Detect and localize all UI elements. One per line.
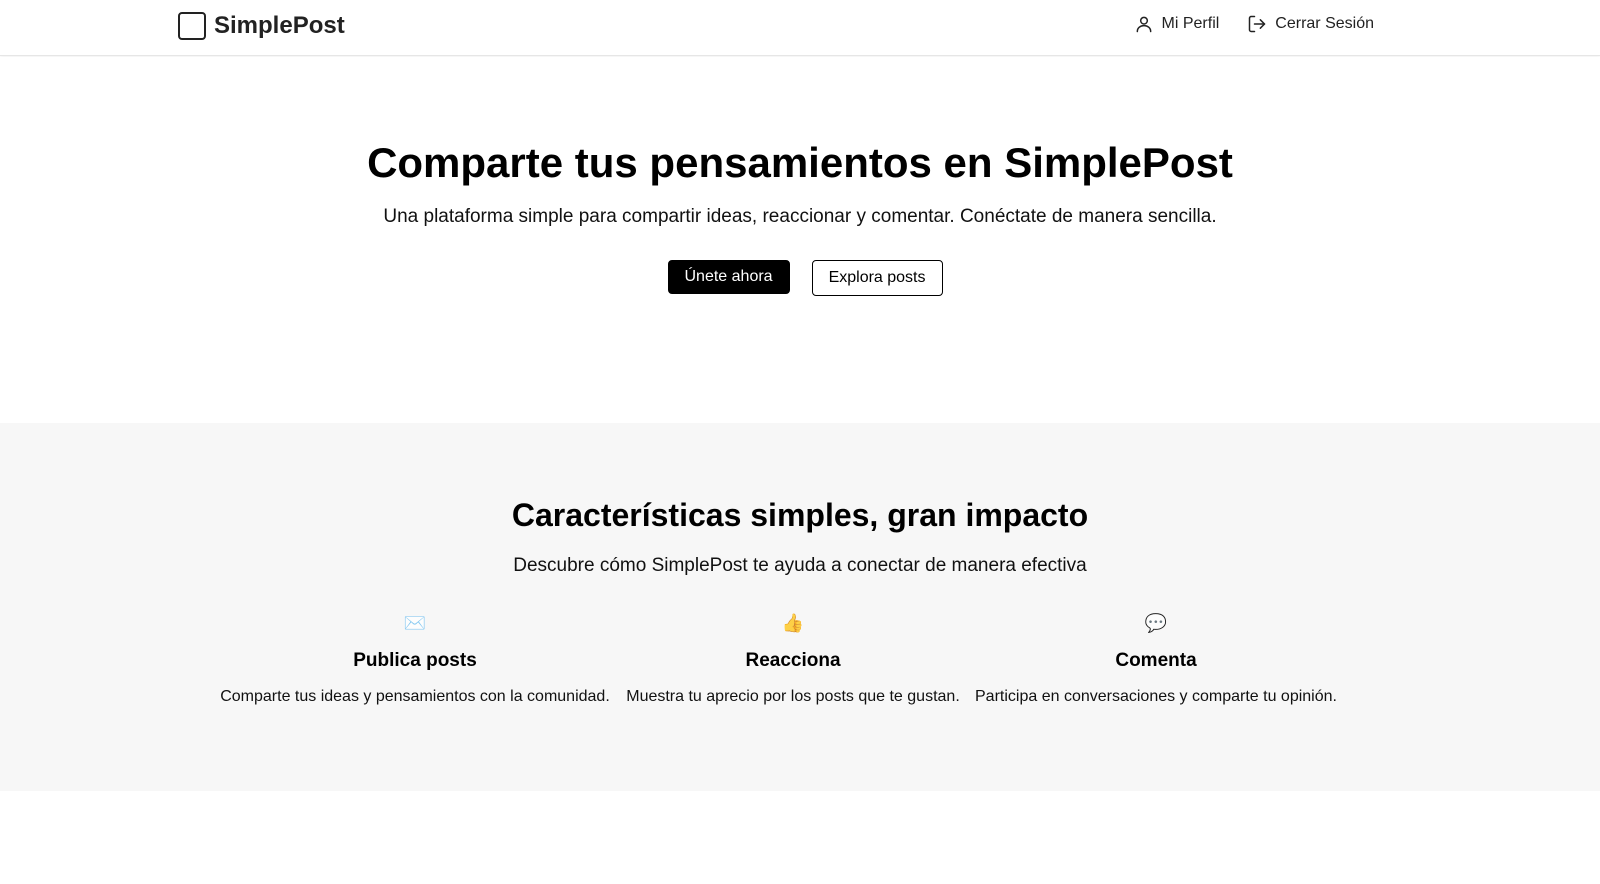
envelope-icon: ✉️ [403, 613, 427, 633]
profile-link[interactable]: Mi Perfil [1134, 14, 1220, 34]
feature-description: Comparte tus ideas y pensamientos con la… [220, 688, 610, 705]
feature-description: Muestra tu aprecio por los posts que te … [626, 688, 960, 705]
logout-icon [1249, 15, 1266, 33]
hero-subtitle: Una plataforma simple para compartir ide… [383, 206, 1217, 227]
feature-title: Reacciona [745, 650, 841, 671]
explore-posts-button[interactable]: Explora posts [811, 260, 943, 296]
feature-react: 👍 Reacciona Muestra tu aprecio por los p… [620, 610, 966, 706]
logout-link-label: Cerrar Sesión [1275, 15, 1374, 32]
speech-bubble-icon: 💬 [1144, 613, 1168, 633]
hero-title: Comparte tus pensamientos en SimplePost [367, 139, 1233, 186]
brand-logo[interactable]: SimplePost [178, 11, 345, 41]
square-logo-icon [178, 12, 206, 40]
feature-title: Comenta [1115, 650, 1197, 671]
features-section: Características simples, gran impacto De… [0, 423, 1600, 791]
logout-link[interactable]: Cerrar Sesión [1247, 14, 1374, 34]
brand-name: SimplePost [214, 12, 345, 39]
feature-description: Participa en conversaciones y comparte t… [975, 688, 1337, 705]
features-subtitle: Descubre cómo SimplePost te ayuda a cone… [513, 555, 1087, 576]
feature-comment: 💬 Comenta Participa en conversaciones y … [970, 610, 1342, 706]
user-icon [1136, 16, 1151, 33]
profile-link-label: Mi Perfil [1161, 15, 1220, 32]
nav-links: Mi Perfil Cerrar Sesión [1134, 14, 1374, 34]
navbar: SimplePost Mi Perfil Cerrar Sesión [0, 0, 1600, 56]
hero-section: Comparte tus pensamientos en SimplePost … [0, 57, 1600, 423]
join-now-button[interactable]: Únete ahora [667, 260, 790, 294]
feature-title: Publica posts [353, 650, 477, 671]
features-title: Características simples, gran impacto [511, 497, 1089, 533]
hero-buttons: Únete ahora Explora posts [0, 260, 1600, 296]
feature-publish: ✉️ Publica posts Comparte tus ideas y pe… [214, 610, 616, 706]
thumbs-up-icon: 👍 [781, 613, 805, 633]
